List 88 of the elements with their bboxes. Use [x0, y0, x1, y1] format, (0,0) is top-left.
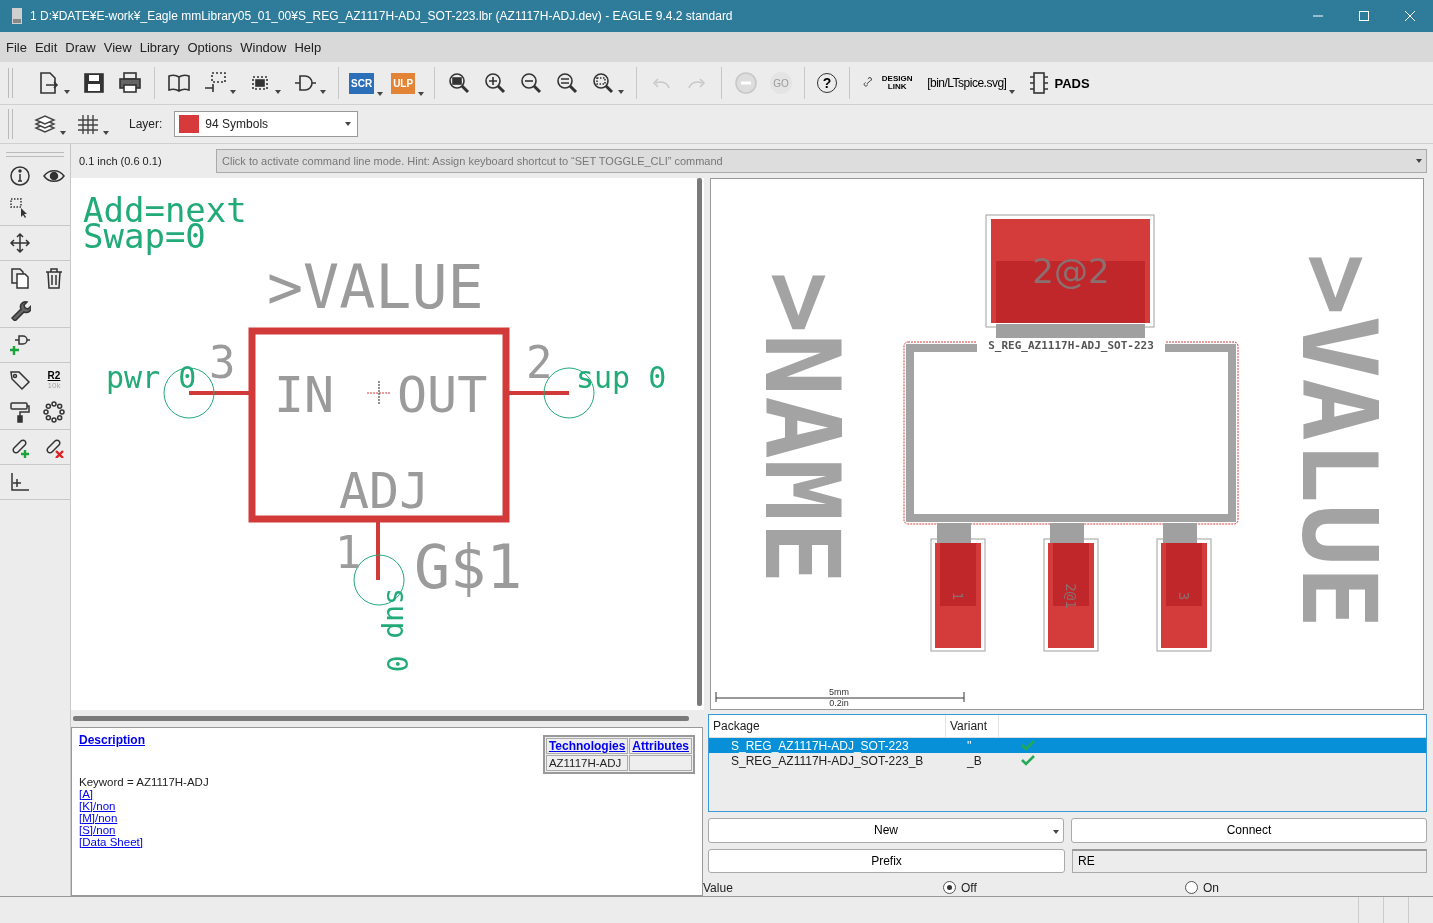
zoom-select-icon [591, 71, 616, 95]
radio-option[interactable]: On [1185, 880, 1427, 895]
menu-item[interactable]: View [99, 39, 136, 55]
paint-roller-icon [9, 401, 31, 423]
description-link[interactable]: [S]/non [79, 824, 116, 836]
pin-name: OUT [397, 366, 488, 424]
menu-item[interactable]: File [2, 39, 31, 55]
table-cell: AZ1117H-ADJ [545, 755, 629, 771]
scale-label: 0.2in [829, 698, 849, 707]
menu-item[interactable]: Draw [61, 39, 100, 55]
stop-icon [734, 71, 759, 95]
new-icon [37, 71, 61, 95]
menu-item[interactable]: Options [183, 39, 237, 55]
package-name: S_REG_AZ1117H-ADJ_SOT-223 [977, 338, 1165, 352]
description-link[interactable]: [M]/non [79, 812, 118, 824]
grid-readout: 0.1 inch (0.6 0.1) [79, 155, 163, 167]
tag-icon [9, 369, 31, 391]
zoom-out-icon [519, 71, 544, 95]
pin-line [376, 519, 380, 580]
keyword-text: Keyword = AZ1117H-ADJ [79, 776, 210, 788]
move-icon [9, 232, 31, 254]
value-label: Value [703, 880, 734, 895]
dotted-circle-icon [43, 401, 65, 423]
add-part-icon [9, 334, 31, 356]
new-button[interactable]: New [708, 818, 1064, 843]
menu-item[interactable]: Window [236, 39, 291, 55]
radio-option[interactable]: Off [943, 880, 1185, 895]
value-label: >VALUE [1278, 253, 1400, 629]
menu-item[interactable]: Edit [30, 39, 62, 55]
print-icon [118, 71, 142, 95]
net-label: sup 0 [380, 588, 413, 673]
mark-icon [9, 471, 31, 493]
dotted-circle-tool[interactable] [40, 398, 68, 426]
command-line-field[interactable]: Click to activate command line mode. Hint: Assign keyboard shortcut to “SET TOGGLE_CLI” command [216, 149, 1427, 173]
prefix-field[interactable]: RE [1072, 848, 1427, 874]
description-link[interactable]: Description [79, 733, 145, 747]
column-header[interactable]: Variant [946, 715, 999, 737]
window-title: 1 D:¥DATE¥E-work¥_Eagle mmLibrary05_01_00¥S_REG_AZ1117H-ADJ_SOT-223.lbr (AZ1117H-ADJ.dev) - EAGLE 9.4.2 standard [30, 9, 734, 23]
pads-button[interactable]: PADS [1025, 68, 1092, 98]
origin-cross [366, 380, 392, 406]
pin-line [506, 391, 569, 395]
name-label: G$1 [414, 532, 523, 602]
pad-label: 3 [1176, 591, 1192, 601]
pin-number: 2 [526, 337, 553, 388]
redraw-icon [555, 71, 580, 95]
zoom-in-icon [483, 71, 508, 95]
pin-name: ADJ [339, 462, 430, 520]
column-header[interactable]: Package [709, 715, 946, 737]
description-link[interactable]: [A] [79, 788, 94, 800]
app-icon [12, 8, 22, 24]
scale-label: 5mm [829, 687, 849, 697]
zoom-fit-icon [447, 71, 472, 95]
description-link[interactable]: [Data Sheet] [79, 836, 143, 848]
description-link[interactable]: [K]/non [79, 800, 116, 812]
grid-icon [76, 112, 100, 136]
pin-line [189, 391, 252, 395]
connect-button[interactable]: Connect [1071, 818, 1427, 843]
delete-icon [43, 267, 65, 289]
package-row[interactable]: S_REG_AZ1117H-ADJ_SOT-223 '' [709, 738, 1426, 753]
value-label: >VALUE [267, 252, 484, 322]
scrollbar-thumb[interactable] [73, 716, 689, 721]
pin-number: 1 [335, 527, 362, 578]
maximize-icon [1358, 10, 1370, 22]
layer-dropdown[interactable]: 94 Symbols [174, 111, 359, 137]
pin-name: IN [274, 366, 335, 424]
net-label: pwr 0 [106, 360, 197, 395]
scrollbar-thumb[interactable] [696, 178, 702, 706]
menu-item[interactable]: Library [135, 39, 184, 55]
script-file-dropdown[interactable]: [bin/LTspice.svg] [925, 68, 1018, 98]
pad-label: 1 [950, 591, 966, 601]
pad-label: 2@1 [1063, 583, 1079, 609]
wrench-icon [9, 299, 31, 321]
book-icon [167, 71, 191, 95]
save-icon [82, 71, 106, 95]
layers-icon [33, 112, 57, 136]
pin-number: 3 [209, 337, 236, 388]
net-label: sup 0 [576, 360, 667, 395]
design-link-button[interactable]: DESIGN LINK [860, 68, 918, 98]
pad-label: 2@2 [1032, 251, 1110, 291]
info-icon [9, 165, 31, 187]
name-label: >NAME [741, 271, 863, 585]
package-row[interactable]: S_REG_AZ1117H-ADJ_SOT-223_B _B [709, 753, 1426, 768]
layer-label: Layer: [129, 117, 163, 131]
close-icon [1404, 10, 1416, 22]
prefix-button[interactable]: Prefix [708, 848, 1065, 874]
copy-icon [9, 267, 31, 289]
pinout-icon [203, 71, 227, 95]
menu-item[interactable]: Help [290, 39, 326, 55]
